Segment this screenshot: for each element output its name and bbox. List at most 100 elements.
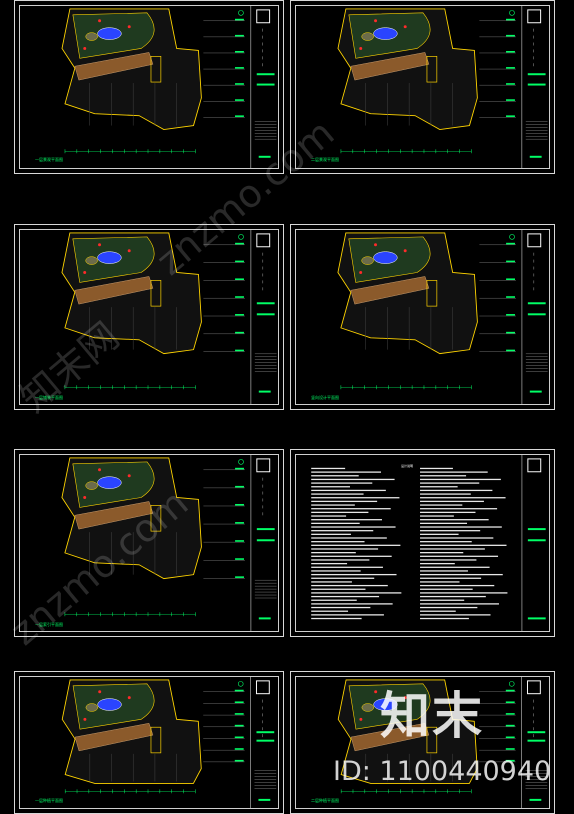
title-block-label [258, 155, 271, 158]
feature-marker [127, 249, 131, 253]
annotation-label [235, 485, 244, 488]
title-block-label [527, 617, 546, 620]
notes-text-line [311, 515, 347, 517]
north-arrow-icon [509, 234, 515, 240]
annotation-label [235, 242, 244, 245]
notes-text-line [420, 584, 495, 587]
north-arrow-icon [238, 10, 244, 16]
title-block-label [256, 73, 275, 76]
notes-text-line [420, 500, 484, 503]
annotation-label [505, 689, 515, 692]
notes-text-line [311, 614, 384, 616]
annotation-label [505, 748, 515, 750]
notes-text-line [420, 522, 468, 525]
notes-text-line [311, 537, 387, 539]
sheet-caption: 二层种植平面图 [311, 798, 339, 803]
sheet-caption: 二层景观平面图 [311, 157, 339, 162]
sheet-6-notes[interactable]: 设计说明 [290, 449, 555, 637]
annotation-label [235, 115, 244, 117]
annotation-label [506, 50, 515, 53]
annotation-label [235, 558, 244, 560]
feature-marker [374, 690, 378, 694]
planter [361, 256, 374, 265]
notes-text-line [420, 581, 460, 583]
notes-text-line [420, 533, 459, 535]
title-block-label [527, 731, 546, 734]
logo-icon [527, 458, 542, 473]
title-block-label [529, 798, 542, 801]
logo-icon [256, 233, 271, 248]
plan-drawing [61, 676, 277, 809]
pond [373, 251, 398, 264]
title-block-label [258, 798, 271, 801]
pond [97, 698, 122, 711]
sheet-caption: 一层景观平面图 [35, 157, 63, 162]
notes-text-line [311, 610, 349, 612]
title-block-label [258, 617, 271, 620]
title-block-label [527, 739, 546, 742]
notes-text-line [311, 530, 374, 532]
annotation-label [235, 99, 244, 101]
notes-text-line [311, 603, 393, 605]
sheet-caption: 竖向设计平面图 [311, 395, 339, 400]
notes-text-line [311, 595, 380, 598]
annotation-label [506, 260, 515, 263]
annotation-label [235, 540, 244, 542]
plan-drawing [337, 5, 548, 169]
pond [97, 27, 122, 40]
annotation-label [234, 748, 244, 750]
notes-text-line [311, 486, 350, 488]
notes-text-line [420, 577, 482, 579]
notes-text-line [311, 493, 364, 495]
planter [361, 32, 374, 41]
notes-text-line [420, 504, 463, 506]
logo-icon [256, 458, 271, 473]
logo-icon [527, 233, 542, 248]
planter [85, 481, 98, 490]
logo-icon [256, 9, 271, 24]
title-block-label [256, 313, 275, 316]
notes-text-line [311, 500, 378, 503]
notes-text-line [420, 497, 506, 499]
logo-icon [527, 9, 542, 24]
sheet-3[interactable]: 一层铺装平面图 [14, 224, 284, 410]
sheet-7[interactable]: 一层种植平面图 [14, 671, 284, 814]
annotation-label [505, 701, 515, 704]
notes-text-line [420, 588, 473, 590]
logo-icon [527, 680, 541, 695]
title-block-label [529, 155, 542, 158]
logo-icon [255, 680, 270, 695]
notes-title: 设计说明 [401, 464, 414, 468]
notes-text-line [420, 537, 494, 539]
notes-text-line [311, 555, 392, 557]
notes-text-line [420, 555, 499, 557]
annotation-label [235, 67, 244, 69]
title-block-label [256, 528, 275, 531]
notes-text-line [311, 577, 375, 579]
notes-text-line [420, 475, 467, 477]
annotation-label [234, 701, 244, 704]
sheet-1[interactable]: 一层景观平面图 [14, 0, 284, 174]
plan-drawing [61, 5, 277, 169]
annotation-label [235, 50, 244, 53]
north-arrow-icon [238, 234, 244, 240]
annotation-label [235, 503, 244, 506]
feature-marker [359, 46, 363, 50]
title-block-label [256, 739, 275, 742]
sheet-2[interactable]: 二层景观平面图 [290, 0, 555, 174]
annotation-label [506, 34, 515, 37]
sheet-4[interactable]: 竖向设计平面图 [290, 224, 555, 410]
notes-text-line [420, 592, 508, 594]
annotation-label [234, 689, 244, 692]
feature-marker [403, 249, 407, 253]
sheet-5[interactable]: 一层索引平面图 [14, 449, 284, 637]
notes-text-line [420, 566, 490, 568]
title-block-label [256, 302, 275, 305]
annotation-label [506, 314, 515, 316]
annotation-label [235, 349, 244, 352]
notes-text-line [311, 599, 357, 601]
notes-text-line [420, 541, 472, 543]
notes-text-line [311, 471, 382, 473]
annotation-label [506, 83, 515, 85]
annotation-label [235, 260, 244, 263]
